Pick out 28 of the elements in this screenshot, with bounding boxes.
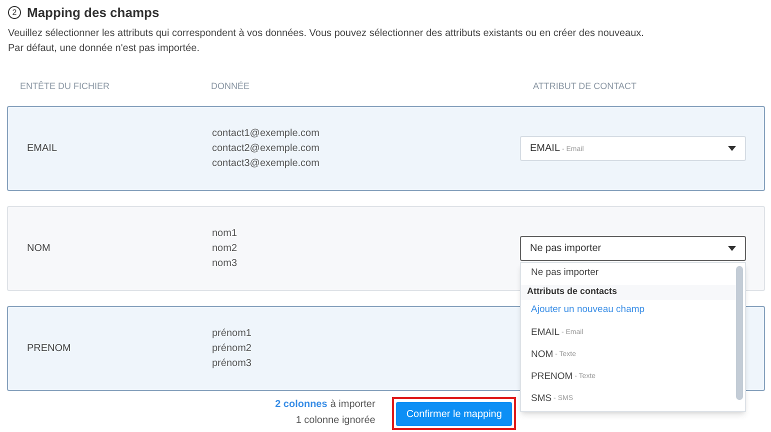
- data-value: prénom1: [212, 326, 252, 340]
- file-header: NOM: [26, 242, 52, 256]
- column-header: ATTRIBUT DE CONTACT: [532, 80, 636, 93]
- data-value: prénom2: [212, 342, 252, 356]
- data-value: nom3: [212, 256, 238, 270]
- option-group-label: Attributs de contacts: [521, 284, 736, 300]
- intro-text: Par défaut, une donnée n'est pas importée.: [8, 42, 200, 56]
- intro-text: Veuillez sélectionner les attributs qui correspondent à vos données. Vous pouvez sélectionner des attributs existants ou en créer des nouveaux.: [8, 26, 645, 40]
- data-value: nom1: [212, 226, 238, 240]
- file-header: PRENOM: [26, 342, 72, 356]
- data-value: contact3@exemple.com: [212, 156, 320, 170]
- dropdown-option[interactable]: Ne pas importer: [521, 262, 736, 285]
- caret-icon: [728, 246, 736, 250]
- column-header: DONNÉE: [211, 80, 251, 93]
- section-title: Mapping des champs: [27, 4, 160, 22]
- import-label: à importer: [330, 398, 376, 412]
- step-number-icon: 2: [8, 6, 21, 20]
- data-value: contact2@exemple.com: [212, 142, 320, 156]
- ignored-count: 1 colonne ignorée: [296, 414, 376, 428]
- data-value: contact1@exemple.com: [212, 126, 320, 140]
- caret-icon: [728, 146, 736, 150]
- attribute-select[interactable]: Ne pas importer: [520, 236, 746, 260]
- data-value: nom2: [212, 242, 238, 256]
- column-header: ENTÊTE DU FICHIER: [19, 80, 111, 93]
- file-header: EMAIL: [26, 142, 58, 156]
- import-count: 2 colonnes: [275, 398, 328, 412]
- data-value: prénom3: [212, 356, 252, 370]
- scrollbar-thumb[interactable]: [736, 266, 743, 400]
